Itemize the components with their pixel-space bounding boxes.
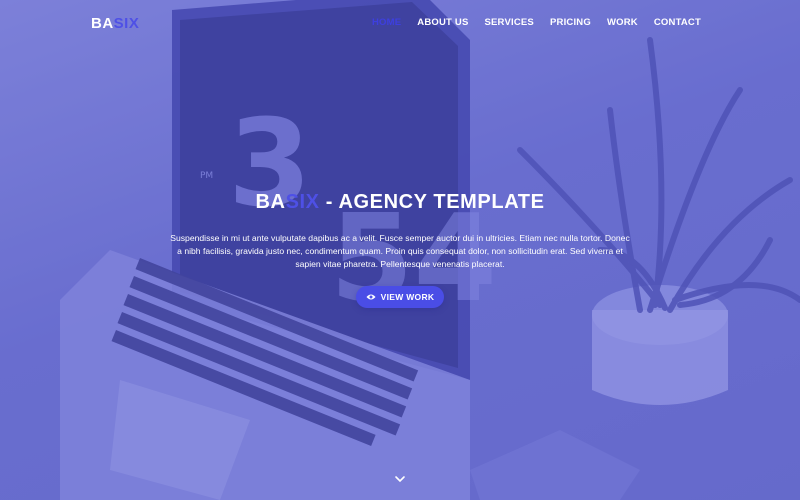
brand-logo[interactable]: BASIX — [91, 15, 139, 32]
nav-item-pricing[interactable]: PRICING — [550, 17, 591, 28]
eye-icon — [366, 294, 376, 300]
logo-text-part1: BA — [91, 15, 114, 32]
chevron-down-icon[interactable] — [394, 474, 406, 484]
hero-title-part2: SIX — [285, 191, 320, 213]
nav-menu: HOME ABOUT US SERVICES PRICING WORK CONT… — [372, 17, 701, 28]
nav-item-about-us[interactable]: ABOUT US — [417, 17, 468, 28]
nav-item-home[interactable]: HOME — [372, 17, 401, 28]
nav-item-services[interactable]: SERVICES — [484, 17, 533, 28]
hero-section: 3 54 PM BASIX HOME ABOUT US SERVICES PRI… — [0, 0, 800, 500]
navbar: BASIX HOME ABOUT US SERVICES PRICING WOR… — [0, 0, 800, 46]
hero-description: Suspendisse in mi ut ante vulputate dapi… — [170, 233, 630, 269]
nav-item-work[interactable]: WORK — [607, 17, 638, 28]
hero-title-part3: - AGENCY TEMPLATE — [319, 191, 545, 213]
logo-text-part2: SIX — [113, 15, 140, 32]
view-work-label: VIEW WORK — [380, 292, 435, 302]
hero-title-part1: BA — [255, 191, 286, 213]
nav-item-contact[interactable]: CONTACT — [654, 17, 701, 28]
view-work-button[interactable]: VIEW WORK — [356, 286, 444, 308]
hero-title: BASIX - AGENCY TEMPLATE — [0, 191, 800, 214]
